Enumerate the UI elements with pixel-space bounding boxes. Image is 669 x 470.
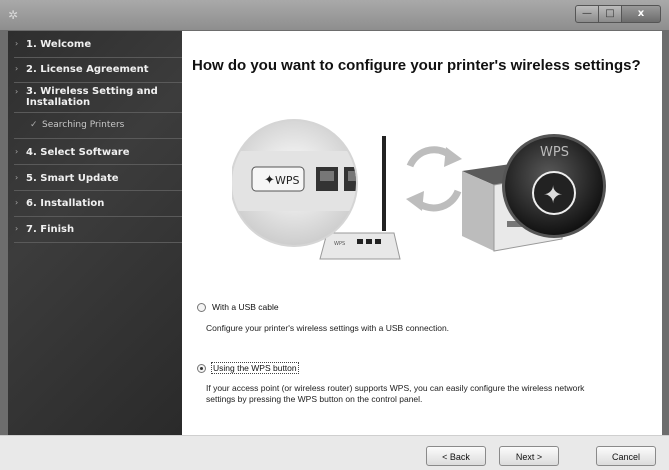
svg-text:✦: ✦ — [543, 181, 563, 209]
usb-cable-description: Configure your printer's wireless settin… — [206, 323, 450, 333]
installer-window: ✲ — □ x › 1. Welcome › 2. License Agreem… — [0, 0, 669, 470]
chevron-right-icon: › — [15, 198, 19, 207]
step-select-software: › 4. Select Software — [8, 147, 182, 161]
wps-button-option[interactable]: Using the WPS button — [197, 362, 497, 376]
maximize-button[interactable]: □ — [599, 5, 622, 23]
step-license-agreement: › 2. License Agreement — [8, 64, 182, 78]
window-controls: — □ x — [575, 5, 661, 23]
substep-label: Searching Printers — [42, 120, 125, 130]
chevron-right-icon: › — [15, 39, 19, 48]
wps-description-line: If your access point (or wireless router… — [206, 383, 585, 393]
minimize-button[interactable]: — — [575, 5, 599, 23]
page-title: How do you want to configure your printe… — [192, 57, 641, 74]
wps-button-icon: WPS ✦ — [502, 134, 606, 238]
chevron-right-icon: › — [15, 224, 19, 233]
back-button[interactable]: < Back — [426, 446, 486, 466]
wps-button-description: If your access point (or wireless router… — [206, 383, 584, 405]
steps-sidebar: › 1. Welcome › 2. License Agreement › 3.… — [8, 31, 182, 435]
step-installation: › 6. Installation — [8, 198, 182, 212]
divider — [14, 242, 182, 243]
divider — [14, 164, 182, 165]
wps-button-radio[interactable] — [197, 364, 206, 373]
step-label: 1. Welcome — [26, 39, 92, 50]
wps-button-label[interactable]: Using the WPS button — [211, 362, 299, 374]
svg-text:✦: ✦ — [264, 173, 275, 188]
divider — [14, 82, 182, 83]
router-badge: WPS — [275, 174, 300, 187]
button-bar: < Back Next > Cancel — [0, 435, 669, 470]
chevron-right-icon: › — [15, 64, 19, 73]
step-label: 7. Finish — [26, 224, 75, 235]
step-label: 2. License Agreement — [26, 64, 149, 75]
router-port-label: WPS — [334, 241, 345, 247]
usb-cable-label[interactable]: With a USB cable — [212, 302, 279, 312]
check-icon: ✓ — [30, 120, 38, 130]
printer-badge: WPS — [540, 145, 569, 160]
divider — [14, 57, 182, 58]
wps-description-line: settings by pressing the WPS button on t… — [206, 394, 423, 404]
main-panel: How do you want to configure your printe… — [182, 31, 662, 435]
usb-cable-radio[interactable] — [197, 303, 206, 312]
step-label: 3. Wireless Setting and Installation — [26, 86, 158, 108]
magnifier-icon: ✦ WPS — [232, 119, 358, 247]
step-wireless-setting: › 3. Wireless Setting and Installation — [8, 86, 182, 114]
next-button[interactable]: Next > — [499, 446, 559, 466]
step-label: 6. Installation — [26, 198, 105, 209]
divider — [14, 138, 182, 139]
divider — [14, 190, 182, 191]
app-icon: ✲ — [8, 8, 19, 22]
divider — [14, 216, 182, 217]
usb-cable-option[interactable]: With a USB cable — [197, 302, 497, 315]
close-button[interactable]: x — [622, 5, 661, 23]
step-welcome: › 1. Welcome — [8, 39, 182, 53]
chevron-right-icon: › — [15, 173, 19, 182]
title-bar: ✲ — □ x — [0, 0, 669, 30]
chevron-right-icon: › — [15, 147, 19, 156]
step-finish: › 7. Finish — [8, 224, 182, 238]
step-label: 4. Select Software — [26, 147, 130, 158]
step-smart-update: › 5. Smart Update — [8, 173, 182, 187]
divider — [14, 112, 182, 113]
step-label: 5. Smart Update — [26, 173, 119, 184]
cancel-button[interactable]: Cancel — [596, 446, 656, 466]
chevron-right-icon: › — [15, 87, 19, 96]
wps-illustration: WPS ✦ WPS WPS ✦ — [232, 119, 606, 260]
